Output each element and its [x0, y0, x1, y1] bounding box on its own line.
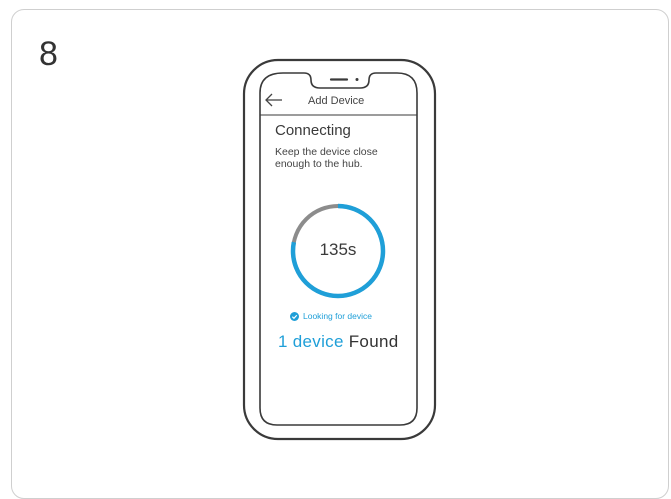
back-arrow-icon[interactable] [264, 92, 284, 108]
instruction-text: Keep the device close enough to the hub. [275, 146, 378, 170]
check-circle-icon [290, 311, 299, 321]
status-row: Looking for device [290, 309, 390, 323]
countdown-timer: 135s [319, 240, 357, 259]
found-result: 1 device Found [278, 332, 403, 352]
camera-dot [355, 78, 359, 81]
status-label: Looking for device [303, 311, 372, 321]
connecting-heading: Connecting [275, 122, 351, 139]
nav-title: Add Device [308, 95, 365, 107]
found-label: Found [348, 332, 399, 351]
device-count: 1 device [278, 332, 344, 351]
